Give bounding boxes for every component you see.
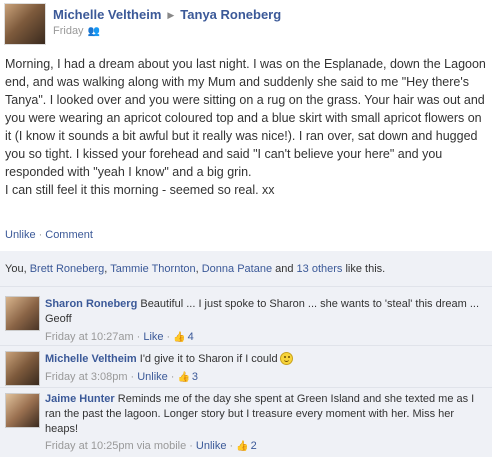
post-paragraph: I can still feel it this morning - seeme… (5, 183, 275, 197)
commenter-avatar[interactable] (5, 393, 40, 428)
arrow-right-icon: ▶ (167, 10, 175, 20)
commenter-name-link[interactable]: Sharon Roneberg (45, 298, 137, 310)
post-meta: Friday 👥 (53, 25, 100, 37)
separator: · (38, 229, 43, 241)
author-name-link[interactable]: Michelle Veltheim (53, 7, 161, 22)
commenter-avatar[interactable] (5, 296, 40, 331)
comment-item: Sharon Roneberg Beautiful ... I just spo… (0, 291, 492, 345)
thumbs-up-icon: 👍 (177, 372, 190, 383)
comment-link[interactable]: Comment (45, 229, 93, 241)
unlike-link[interactable]: Unlike (5, 229, 36, 241)
post-timestamp[interactable]: Friday (53, 25, 84, 37)
comment-unlike-link[interactable]: Unlike (137, 371, 168, 383)
comment-text: I'd give it to Sharon if I could (136, 353, 278, 365)
comment-like-count[interactable]: 👍 4 (173, 331, 194, 343)
comment-body: Jaime Hunter Reminds me of the day she s… (45, 392, 485, 454)
likes-summary: You, Brett Roneberg, Tammie Thornton, Do… (5, 263, 385, 275)
comment-body: Michelle Veltheim I'd give it to Sharon … (45, 352, 485, 385)
comment-unlike-link[interactable]: Unlike (196, 440, 227, 452)
friends-icon[interactable]: 👥 (88, 26, 100, 37)
comment-like-link[interactable]: Like (143, 331, 163, 343)
comment-meta: Friday at 3:08pm · Unlike · 👍 3 (45, 371, 199, 383)
commenter-name-link[interactable]: Michelle Veltheim (45, 353, 137, 365)
thumbs-up-icon: 👍 (173, 332, 186, 343)
like-count-value: 3 (191, 371, 199, 383)
comment-like-count[interactable]: 👍 2 (236, 440, 257, 452)
post-actions: Unlike · Comment (5, 229, 93, 241)
liker-link[interactable]: Tammie Thornton (110, 263, 195, 275)
comment-meta: Friday at 10:27am · Like · 👍 4 (45, 331, 194, 343)
comment-item: Jaime Hunter Reminds me of the day she s… (0, 388, 492, 457)
comment-time[interactable]: Friday at 3:08pm (45, 371, 128, 383)
likes-and: and (272, 263, 297, 275)
commenter-name-link[interactable]: Jaime Hunter (45, 393, 115, 405)
post-paragraph: Morning, I had a dream about you last ni… (5, 57, 486, 179)
liker-link[interactable]: Brett Roneberg (30, 263, 105, 275)
comment-time[interactable]: Friday at 10:27am (45, 331, 134, 343)
post-message: Morning, I had a dream about you last ni… (5, 55, 489, 199)
comment-time[interactable]: Friday at 10:25pm via mobile (45, 440, 186, 452)
like-count-value: 4 (187, 331, 194, 343)
thumbs-up-icon: 👍 (236, 441, 249, 452)
story-header: Michelle Veltheim ▶ Tanya Roneberg Friday 👥 (0, 0, 492, 45)
commenter-avatar[interactable] (5, 351, 40, 386)
author-avatar[interactable] (4, 3, 46, 45)
divider (0, 286, 492, 287)
smiley-icon (279, 352, 293, 365)
comment-body: Sharon Roneberg Beautiful ... I just spo… (45, 297, 485, 345)
comment-meta: Friday at 10:25pm via mobile · Unlike · 👍 2 (45, 440, 257, 452)
liker-link[interactable]: Donna Patane (202, 263, 272, 275)
comment-like-count[interactable]: 👍 3 (177, 371, 198, 383)
recipient-name-link[interactable]: Tanya Roneberg (180, 7, 281, 22)
like-count-value: 2 (250, 440, 257, 452)
actor-line: Michelle Veltheim ▶ Tanya Roneberg (53, 7, 281, 22)
likes-suffix: like this. (342, 263, 386, 275)
comment-item: Michelle Veltheim I'd give it to Sharon … (0, 346, 492, 386)
likes-you: You, (5, 263, 30, 275)
others-link[interactable]: 13 others (297, 263, 343, 275)
